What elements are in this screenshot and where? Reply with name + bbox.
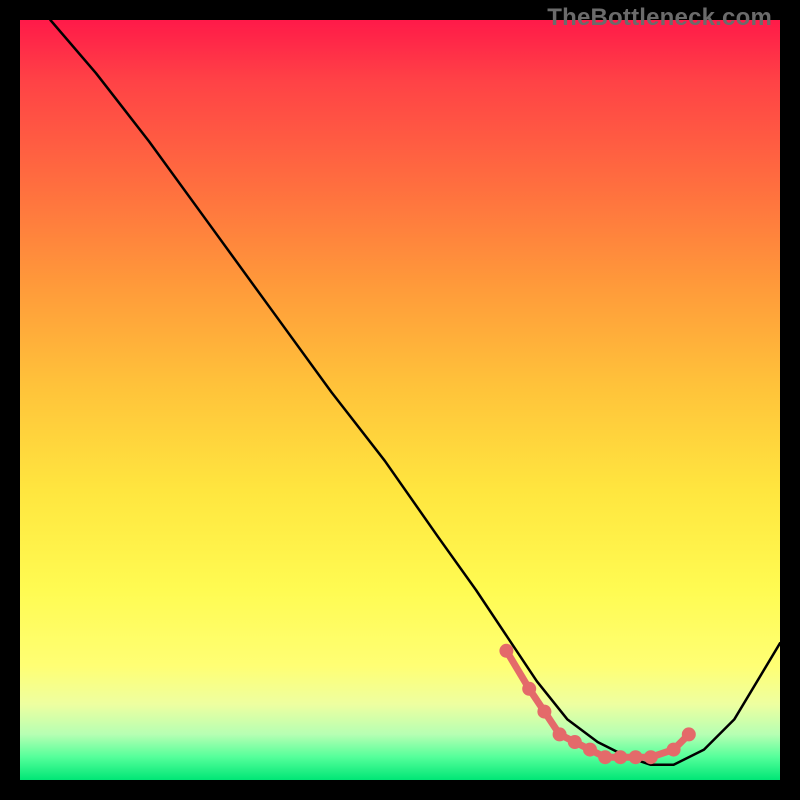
watermark-label: TheBottleneck.com xyxy=(547,4,772,32)
highlight-dot xyxy=(644,750,658,764)
highlight-dot xyxy=(499,644,513,658)
chart-svg xyxy=(20,20,780,780)
highlight-dot xyxy=(553,727,567,741)
highlight-dot xyxy=(598,750,612,764)
highlight-dot xyxy=(522,682,536,696)
highlight-dot xyxy=(537,705,551,719)
highlight-dot xyxy=(682,727,696,741)
highlight-dot xyxy=(667,743,681,757)
highlight-dot-group xyxy=(499,644,695,764)
bottleneck-curve-path xyxy=(50,20,780,765)
highlight-dot xyxy=(568,735,582,749)
highlight-dot xyxy=(613,750,627,764)
chart-container xyxy=(20,20,780,780)
highlight-dot xyxy=(629,750,643,764)
highlight-dot xyxy=(583,743,597,757)
